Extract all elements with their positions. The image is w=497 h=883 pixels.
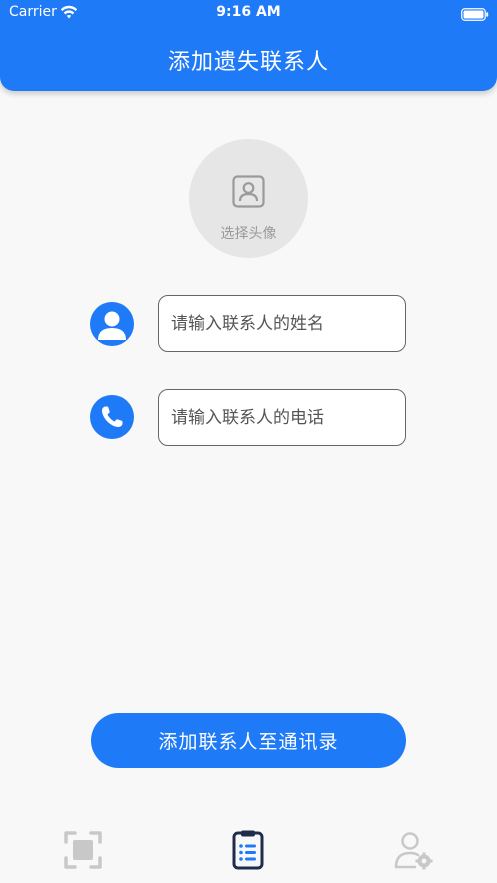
tab-scan[interactable] [61, 828, 105, 872]
battery-icon [461, 6, 489, 25]
clock: 9:16 AM [216, 4, 281, 20]
tab-user-settings[interactable] [391, 828, 435, 872]
avatar-picker[interactable]: 选择头像 [189, 139, 308, 258]
scan-icon [61, 831, 105, 876]
status-bar: Carrier 9:16 AM [0, 0, 497, 26]
contact-name-input[interactable] [158, 295, 406, 352]
tab-bar [0, 810, 497, 883]
user-settings-icon [391, 832, 435, 876]
page-title: 添加遗失联系人 [167, 50, 329, 75]
header: Carrier 9:16 AM 添加遗失联系人 [0, 0, 497, 91]
add-to-contacts-button[interactable]: 添加联系人至通讯录 [91, 713, 406, 768]
phone-icon [90, 395, 134, 439]
clipboard-list-icon [226, 830, 270, 876]
avatar-picker-label: 选择头像 [220, 226, 277, 242]
contact-phone-input[interactable] [158, 389, 406, 446]
contact-photo-icon [232, 175, 265, 212]
person-icon [90, 302, 134, 346]
tab-contacts-list[interactable] [226, 828, 270, 872]
